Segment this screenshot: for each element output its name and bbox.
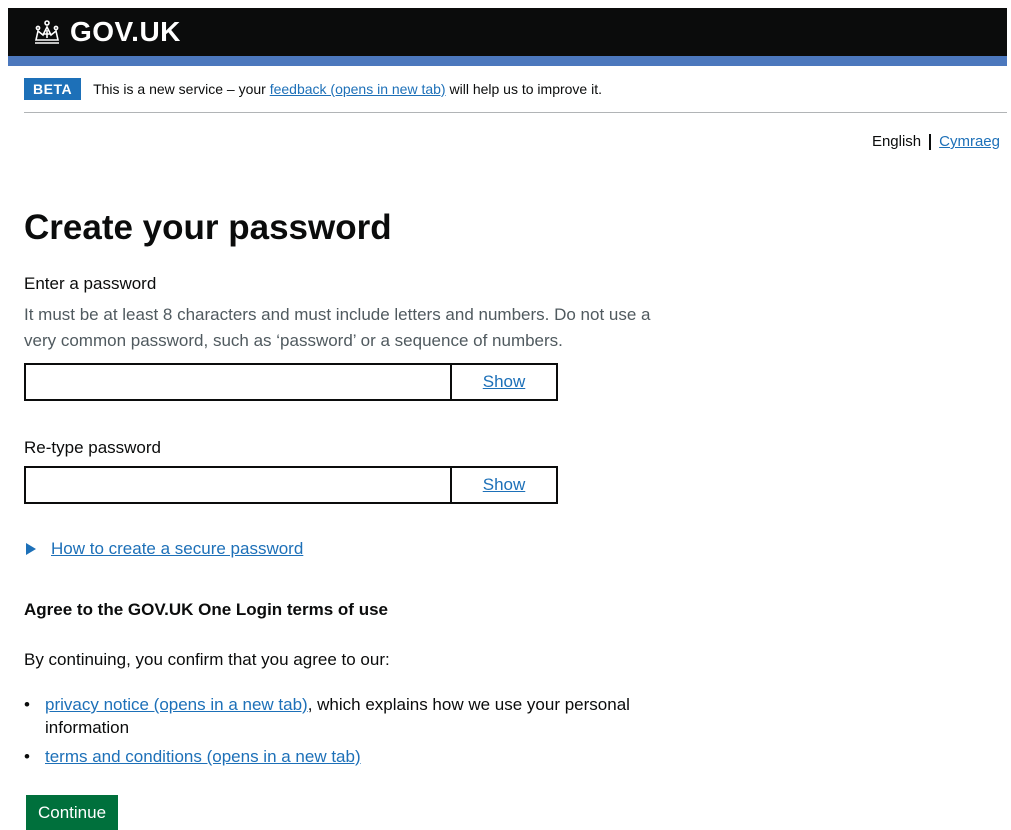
continue-button[interactable]: Continue: [26, 795, 119, 830]
triangle-right-icon: [26, 543, 36, 555]
language-separator: [929, 133, 932, 150]
list-item: • privacy notice (opens in a new tab), w…: [24, 693, 664, 739]
bullet-icon: •: [24, 747, 30, 766]
govuk-logo-text[interactable]: GOV.UK: [70, 16, 181, 48]
feedback-link[interactable]: feedback (opens in new tab): [270, 81, 446, 97]
phase-banner: BETA This is a new service – your feedba…: [24, 78, 602, 100]
language-current: English: [871, 133, 922, 150]
retype-password-input[interactable]: [26, 468, 450, 502]
terms-intro: By continuing, you confirm that you agre…: [24, 650, 390, 669]
bullet-icon: •: [24, 695, 30, 714]
details-summary-link[interactable]: How to create a secure password: [51, 539, 303, 559]
password-hint: It must be at least 8 characters and mus…: [24, 305, 651, 350]
password-input[interactable]: [26, 365, 450, 399]
govuk-header: GOV.UK: [8, 8, 1007, 56]
show-retype-password-button[interactable]: Show: [450, 468, 556, 502]
phase-divider: [24, 112, 1007, 113]
list-item: • terms and conditions (opens in a new t…: [24, 745, 664, 768]
show-password-button[interactable]: Show: [450, 365, 556, 399]
secure-password-details[interactable]: How to create a secure password: [26, 539, 303, 559]
password-label: Enter a password: [24, 274, 157, 293]
phase-text-after: will help us to improve it.: [449, 81, 602, 97]
retype-password-label: Re-type password: [24, 438, 162, 457]
terms-conditions-link[interactable]: terms and conditions (opens in a new tab…: [45, 747, 361, 766]
crown-icon: [35, 20, 59, 44]
password-field-group: Show: [24, 363, 558, 401]
retype-password-field-group: Show: [24, 466, 558, 504]
phase-text-before: This is a new service – your: [93, 81, 266, 97]
beta-tag: BETA: [24, 78, 82, 100]
terms-list: • privacy notice (opens in a new tab), w…: [24, 693, 664, 774]
terms-heading: Agree to the GOV.UK One Login terms of u…: [24, 600, 388, 619]
language-toggle: English Cymraeg: [872, 133, 1000, 150]
privacy-notice-link[interactable]: privacy notice (opens in a new tab): [45, 695, 308, 714]
page-title: Create your password: [24, 208, 392, 247]
language-link-cymraeg[interactable]: Cymraeg: [939, 133, 1000, 150]
header-accent-bar: [8, 56, 1007, 66]
